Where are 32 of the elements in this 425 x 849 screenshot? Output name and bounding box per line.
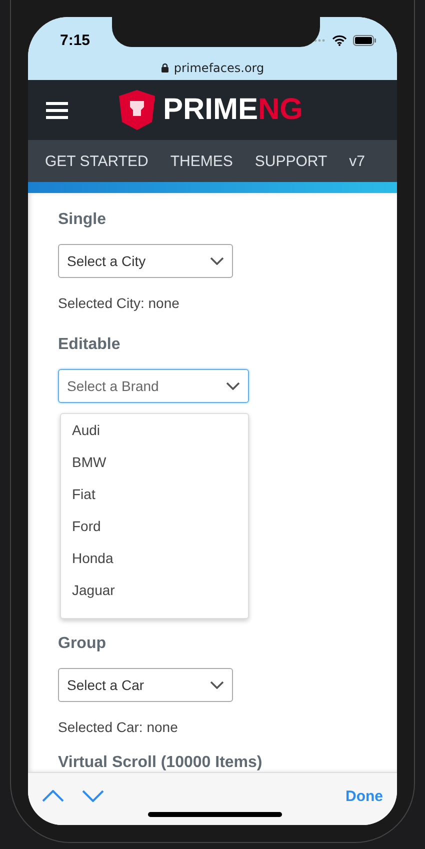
chevron-down-icon — [226, 382, 240, 390]
menu-icon[interactable] — [46, 101, 68, 119]
editable-dropdown[interactable]: Select a Brand — [58, 369, 249, 403]
battery-icon — [353, 34, 377, 46]
chevron-down-icon — [210, 681, 224, 689]
section-heading: Group — [58, 635, 107, 653]
dropdown[interactable]: Select a Car — [58, 668, 233, 702]
dropdown-option[interactable]: BMW — [61, 450, 248, 482]
nav-link[interactable]: v7 — [349, 152, 365, 170]
dropdown-option[interactable]: Fiat — [61, 482, 248, 514]
dropdown-option[interactable]: Jaguar — [61, 578, 248, 610]
section-heading: Editable — [58, 336, 122, 354]
selection-text: Selected City: none — [58, 295, 180, 311]
dropdown-option[interactable]: Honda — [61, 546, 248, 578]
shield-logo-icon — [118, 89, 156, 131]
nav-link[interactable]: SUPPORT — [254, 152, 328, 170]
status-time: 7:15 — [60, 32, 90, 48]
url-text: primefaces.org — [174, 61, 264, 75]
chevron-down-icon — [210, 257, 224, 265]
chevron-up-icon[interactable] — [42, 790, 64, 802]
logo-text: PRIMENG — [163, 93, 304, 127]
nav-link[interactable]: GET STARTED — [45, 152, 148, 170]
dropdown-option[interactable]: Ford — [61, 514, 248, 546]
chevron-down-icon[interactable] — [82, 790, 104, 802]
section-heading: Virtual Scroll (10000 Items) — [58, 754, 264, 772]
section-heading: Single — [58, 211, 108, 229]
wifi-icon — [332, 34, 347, 46]
dropdown[interactable]: Select a City — [58, 244, 233, 278]
nav-link[interactable]: THEMES — [170, 152, 233, 170]
lock-icon — [160, 63, 169, 73]
selection-text: Selected Car: none — [58, 719, 179, 735]
dropdown-option[interactable]: Audi — [61, 418, 248, 450]
